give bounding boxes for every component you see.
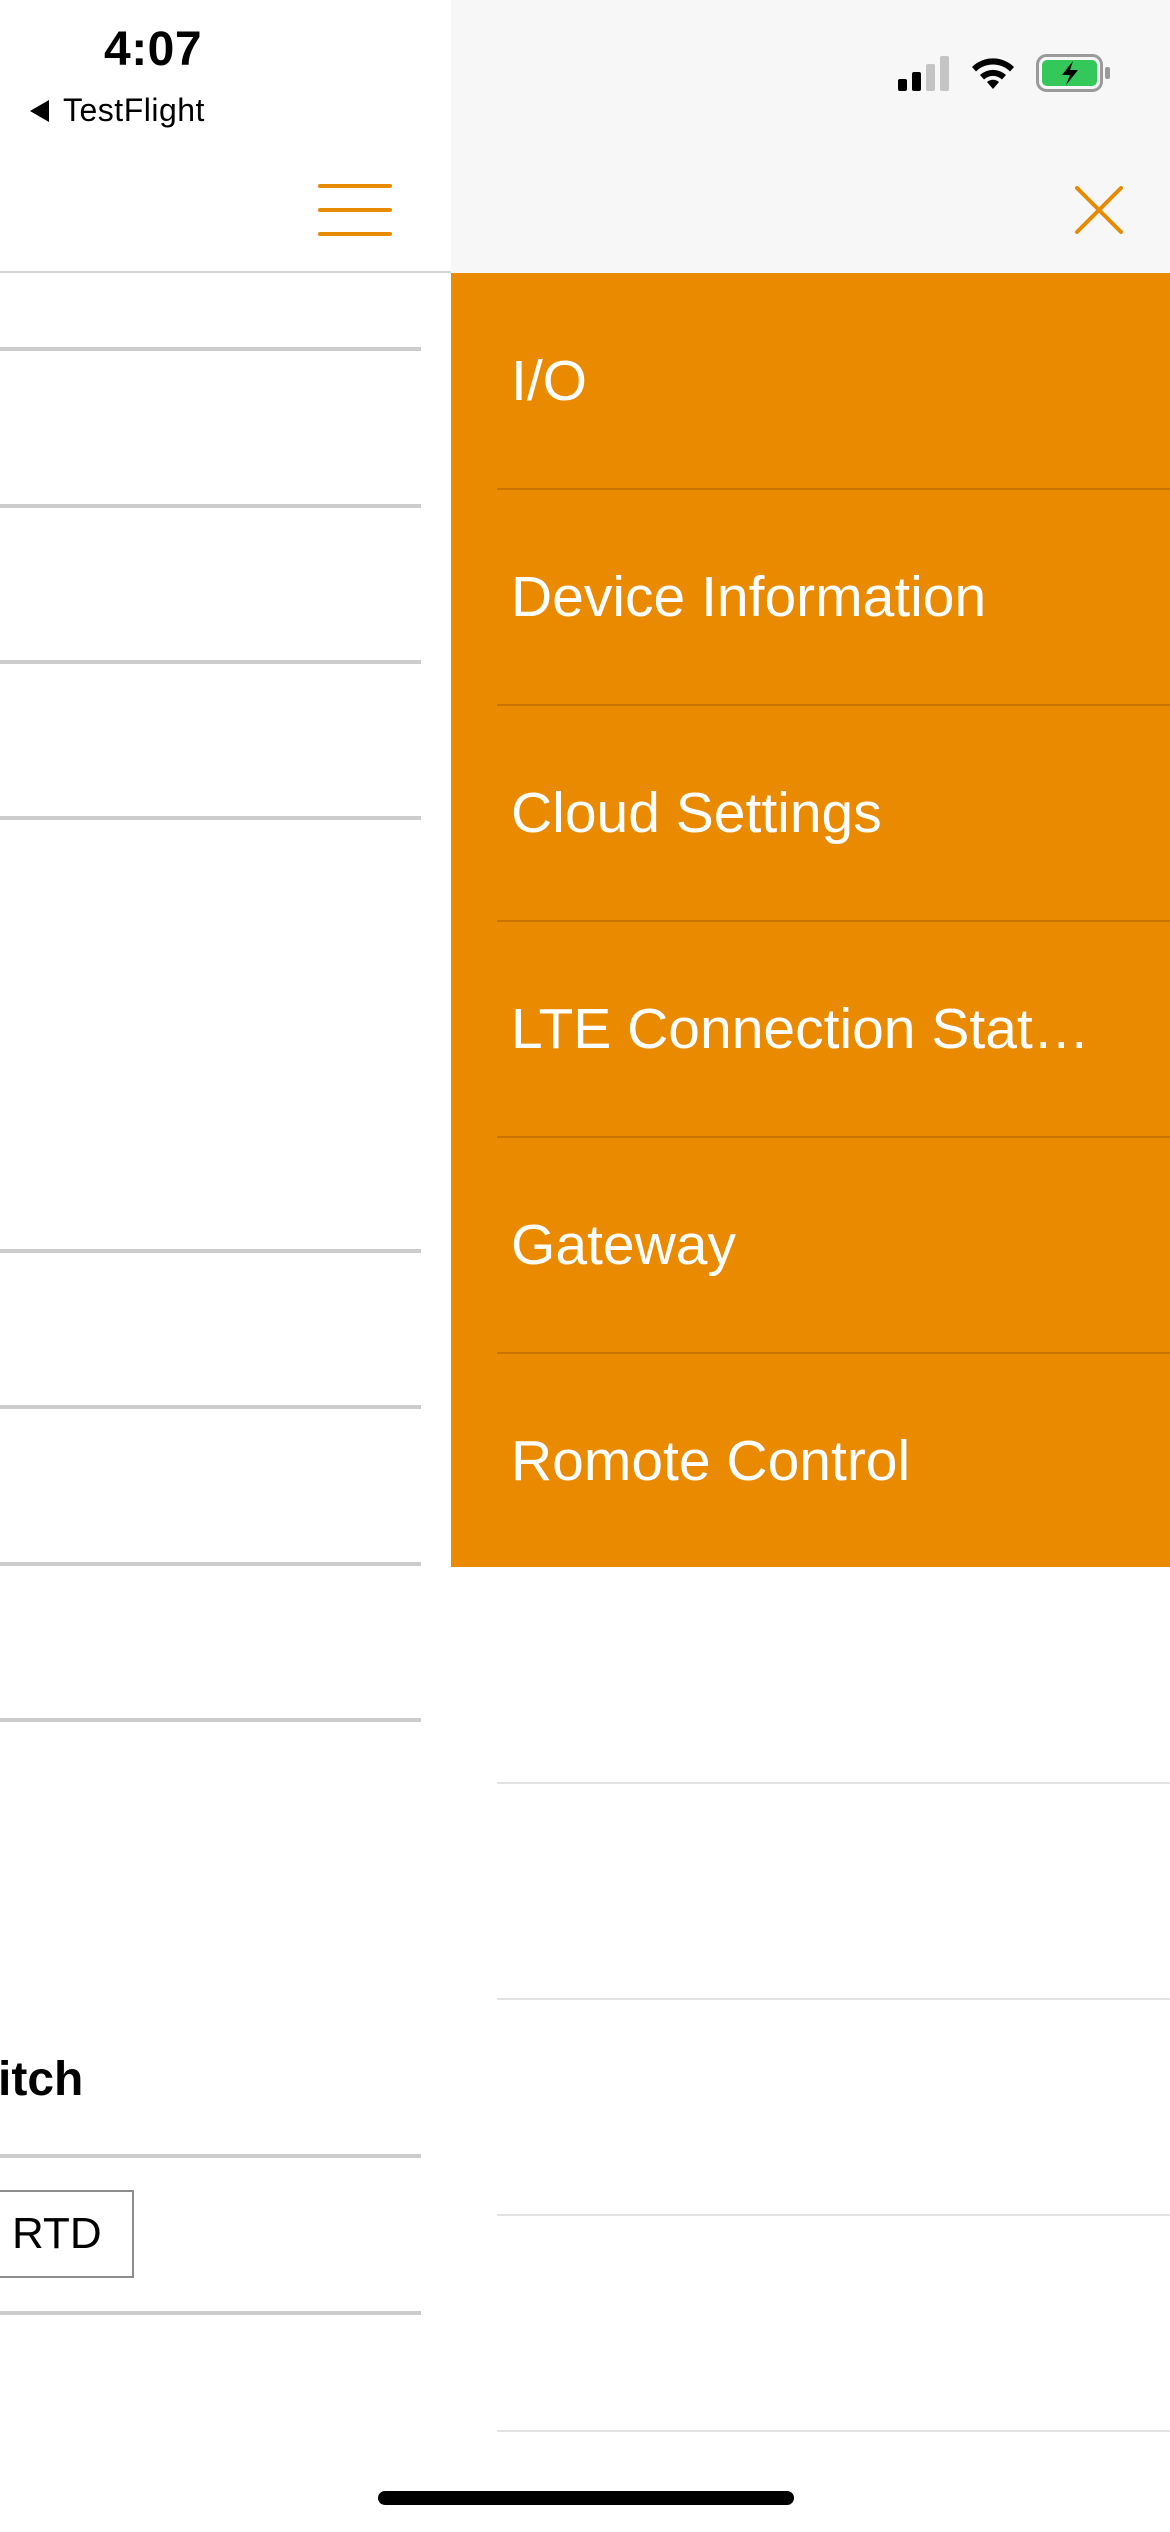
back-arrow-icon <box>30 99 49 122</box>
home-indicator[interactable] <box>378 2491 794 2505</box>
empty-row-divider <box>497 1782 1170 1784</box>
status-time: 4:07 <box>104 23 203 76</box>
drawer-header <box>451 0 1170 273</box>
list-separator <box>0 660 421 664</box>
back-app-label: TestFlight <box>63 92 205 128</box>
menu-item-gateway[interactable]: Gateway <box>451 1137 1170 1353</box>
menu-item-remote-control[interactable]: Romote Control <box>451 1353 1170 1569</box>
list-separator <box>0 504 421 508</box>
menu-item-cloud-settings[interactable]: Cloud Settings <box>451 705 1170 921</box>
empty-row-divider <box>497 2430 1170 2432</box>
empty-row-divider <box>497 2214 1170 2216</box>
cellular-signal-icon <box>898 56 949 91</box>
list-separator <box>0 347 421 351</box>
section-heading: itch <box>0 2053 84 2106</box>
list-separator <box>0 1405 421 1409</box>
menu-item-device-information[interactable]: Device Information <box>451 489 1170 705</box>
status-bar-left: 4:07 TestFlight <box>0 0 451 150</box>
status-icons <box>898 54 1112 92</box>
list-separator <box>0 2154 421 2158</box>
list-separator <box>0 1249 421 1253</box>
wifi-icon <box>972 58 1014 89</box>
back-to-app-link[interactable]: TestFlight <box>30 92 205 129</box>
menu-item-io[interactable]: I/O <box>451 273 1170 489</box>
hamburger-menu-icon[interactable] <box>318 184 392 236</box>
drawer-menu: I/O Device Information Cloud Settings LT… <box>451 273 1170 1567</box>
underlying-page: 4:07 TestFlight itch RTD <box>0 0 451 2532</box>
list-separator <box>0 2311 421 2315</box>
close-icon[interactable] <box>1067 178 1131 242</box>
rtd-select[interactable]: RTD <box>0 2190 134 2278</box>
list-separator <box>0 816 421 820</box>
list-separator <box>0 1562 421 1566</box>
side-drawer: I/O Device Information Cloud Settings LT… <box>451 0 1170 2532</box>
empty-row-divider <box>497 1998 1170 2000</box>
menu-item-lte-connection-status[interactable]: LTE Connection Stat… <box>451 921 1170 1137</box>
battery-charging-icon <box>1036 54 1110 92</box>
list-separator <box>0 1718 421 1722</box>
